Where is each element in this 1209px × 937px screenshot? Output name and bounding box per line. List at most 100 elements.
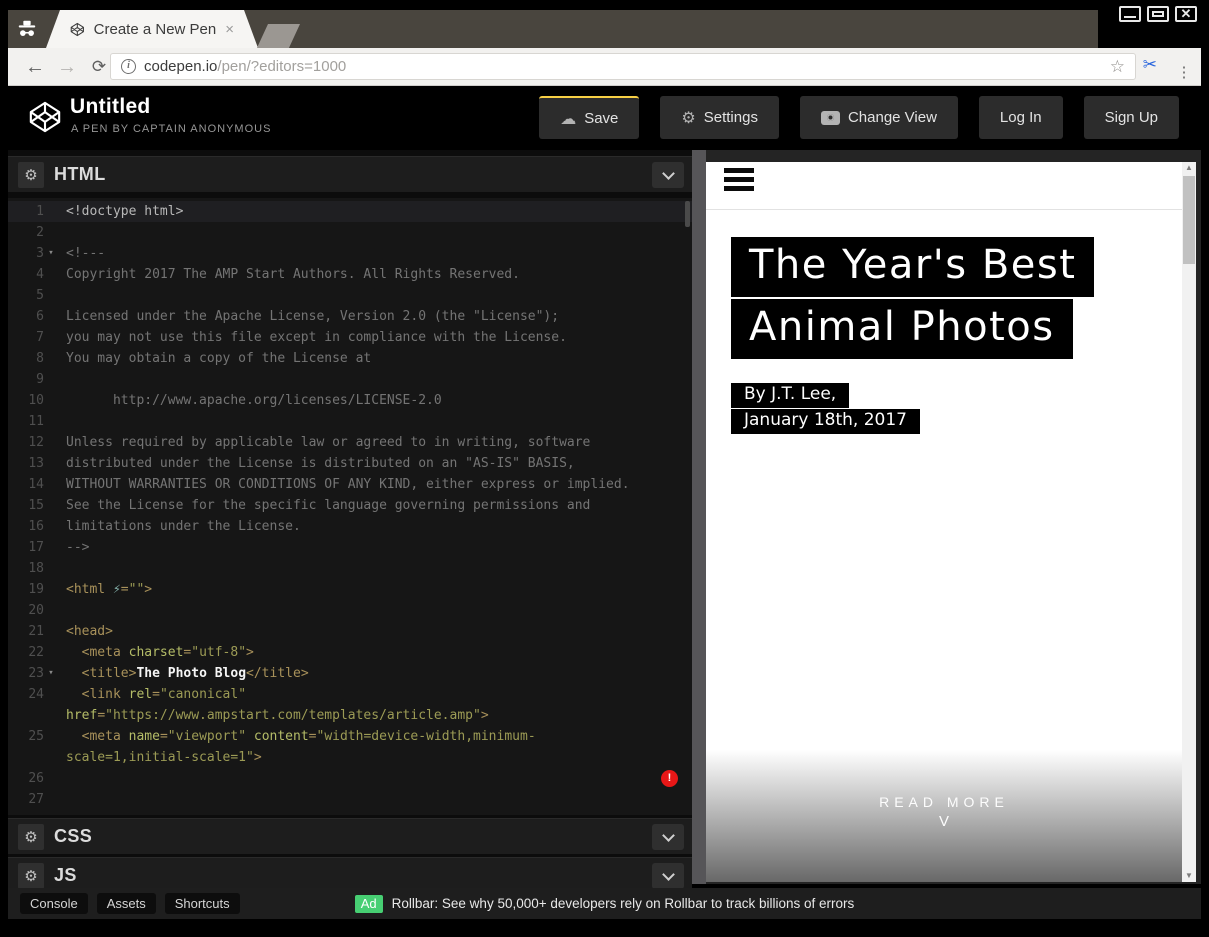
code-line[interactable]: 22 <meta charset="utf-8"> (8, 642, 692, 663)
line-number: 20 (8, 600, 44, 621)
html-code-editor[interactable]: 1<!doctype html>23▾<!---4Copyright 2017 … (8, 198, 692, 815)
html-settings-gear-icon[interactable]: ⚙ (18, 162, 44, 188)
preview-pane: The Year's Best Animal Photos By J.T. Le… (706, 150, 1201, 884)
change-view-button[interactable]: Change View (800, 96, 958, 139)
error-badge[interactable]: ! (661, 770, 678, 787)
incognito-icon (8, 10, 46, 48)
code-line[interactable]: 10 http://www.apache.org/licenses/LICENS… (8, 390, 692, 411)
hamburger-menu-icon[interactable] (724, 168, 754, 195)
code-line[interactable]: 19<html ⚡=""> (8, 579, 692, 600)
line-number: 7 (8, 327, 44, 348)
read-more-chevron-icon[interactable]: V (706, 813, 1182, 830)
code-line[interactable]: 1<!doctype html> (8, 201, 692, 222)
code-line[interactable]: 13 distributed under the License is distr… (8, 453, 692, 474)
footer-bar: Console Assets Shortcuts Ad Rollbar: See… (8, 888, 1201, 919)
css-settings-gear-icon[interactable]: ⚙ (18, 824, 44, 850)
line-number: 9 (8, 369, 44, 390)
fold-spacer (44, 222, 58, 243)
code-line[interactable]: 14WITHOUT WARRANTIES OR CONDITIONS OF AN… (8, 474, 692, 495)
code-line[interactable]: scale=1,initial-scale=1"> (8, 747, 692, 768)
address-bar[interactable]: i codepen.io/pen/?editors=1000 ☆ (110, 53, 1136, 80)
code-text: <head> (66, 621, 113, 642)
code-line[interactable]: 21<head> (8, 621, 692, 642)
code-line[interactable]: 11 (8, 411, 692, 432)
code-line[interactable]: 16limitations under the License. (8, 516, 692, 537)
back-icon[interactable]: ← (20, 48, 50, 86)
minimize-button[interactable] (1119, 6, 1141, 22)
code-line[interactable]: 6Licensed under the Apache License, Vers… (8, 306, 692, 327)
article-title-line1: The Year's Best (731, 237, 1094, 297)
ad-text[interactable]: Rollbar: See why 50,000+ developers rely… (392, 896, 855, 911)
read-more-label[interactable]: READ MORE (706, 794, 1182, 810)
js-collapse-button[interactable] (652, 863, 684, 889)
extension-scissors-icon[interactable]: ✂ (1143, 55, 1157, 75)
fold-spacer (44, 789, 58, 810)
code-text: --> (66, 537, 89, 558)
fold-spacer (44, 558, 58, 579)
fold-spacer (44, 453, 58, 474)
url-text[interactable]: codepen.io/pen/?editors=1000 (144, 58, 1102, 75)
code-text: limitations under the License. (66, 516, 301, 537)
fold-marker-icon[interactable]: ▾ (44, 243, 58, 264)
js-panel-title: JS (54, 865, 77, 886)
code-line[interactable]: 8You may obtain a copy of the License at (8, 348, 692, 369)
code-line[interactable]: 7you may not use this file except in com… (8, 327, 692, 348)
pen-title[interactable]: Untitled (70, 95, 151, 119)
codepen-logo-icon[interactable] (28, 100, 62, 139)
scroll-down-icon[interactable]: ▼ (1182, 870, 1196, 882)
browser-tab[interactable]: Create a New Pen × (46, 10, 258, 48)
signup-button[interactable]: Sign Up (1084, 96, 1179, 139)
code-text: <title>The Photo Blog</title> (66, 663, 309, 684)
tab-close-icon[interactable]: × (225, 21, 234, 38)
code-line[interactable]: 18 (8, 558, 692, 579)
save-button[interactable]: ☁ Save (539, 96, 639, 139)
bookmark-star-icon[interactable]: ☆ (1110, 57, 1125, 77)
code-line[interactable]: 12 Unless required by applicable law or a… (8, 432, 692, 453)
line-number: 13 (8, 453, 44, 474)
css-collapse-button[interactable] (652, 824, 684, 850)
code-line[interactable]: 27 (8, 789, 692, 810)
fold-spacer (44, 432, 58, 453)
html-collapse-button[interactable] (652, 162, 684, 188)
footer-ad[interactable]: Ad Rollbar: See why 50,000+ developers r… (8, 888, 1201, 919)
line-number: 12 (8, 432, 44, 453)
code-line[interactable]: href="https://www.ampstart.com/templates… (8, 705, 692, 726)
js-settings-gear-icon[interactable]: ⚙ (18, 863, 44, 889)
scroll-up-icon[interactable]: ▲ (1182, 162, 1196, 174)
new-tab-button[interactable] (256, 24, 300, 50)
code-line[interactable]: 3▾<!--- (8, 243, 692, 264)
login-button[interactable]: Log In (979, 96, 1063, 139)
preview-article: The Year's Best Animal Photos By J.T. Le… (706, 210, 1182, 434)
chevron-down-icon (662, 167, 675, 180)
code-line[interactable]: 15See the License for the specific langu… (8, 495, 692, 516)
close-window-button[interactable]: ✕ (1175, 6, 1197, 22)
fold-marker-icon[interactable]: ▾ (44, 663, 58, 684)
settings-button[interactable]: ⚙ Settings (660, 96, 779, 139)
code-line[interactable]: 23▾ <title>The Photo Blog</title> (8, 663, 692, 684)
code-text: <html ⚡=""> (66, 579, 152, 600)
code-text: Unless required by applicable law or agr… (66, 432, 590, 453)
code-text: <!--- (66, 243, 105, 264)
code-line[interactable]: 2 (8, 222, 692, 243)
code-line[interactable]: 17--> (8, 537, 692, 558)
editor-scrollbar-thumb[interactable] (685, 201, 690, 227)
code-line[interactable]: 26! (8, 768, 692, 789)
code-line[interactable]: 24 <link rel="canonical" (8, 684, 692, 705)
code-text: Licensed under the Apache License, Versi… (66, 306, 559, 327)
code-line[interactable]: 20 (8, 600, 692, 621)
line-number: 4 (8, 264, 44, 285)
maximize-button[interactable] (1147, 6, 1169, 22)
code-line[interactable]: 9 (8, 369, 692, 390)
code-line[interactable]: 5 (8, 285, 692, 306)
preview-scrollbar[interactable]: ▲ ▼ (1182, 162, 1196, 882)
preview-scrollbar-thumb[interactable] (1183, 176, 1195, 264)
page-info-icon[interactable]: i (121, 59, 136, 74)
code-line[interactable]: 4Copyright 2017 The AMP Start Authors. A… (8, 264, 692, 285)
code-lines: 1<!doctype html>23▾<!---4Copyright 2017 … (8, 198, 692, 810)
editor-preview-resizer[interactable] (692, 150, 706, 884)
line-number: 10 (8, 390, 44, 411)
code-text: href="https://www.ampstart.com/templates… (66, 705, 489, 726)
fold-spacer (44, 327, 58, 348)
code-text: distributed under the License is distrib… (66, 453, 575, 474)
code-line[interactable]: 25 <meta name="viewport" content="width=… (8, 726, 692, 747)
